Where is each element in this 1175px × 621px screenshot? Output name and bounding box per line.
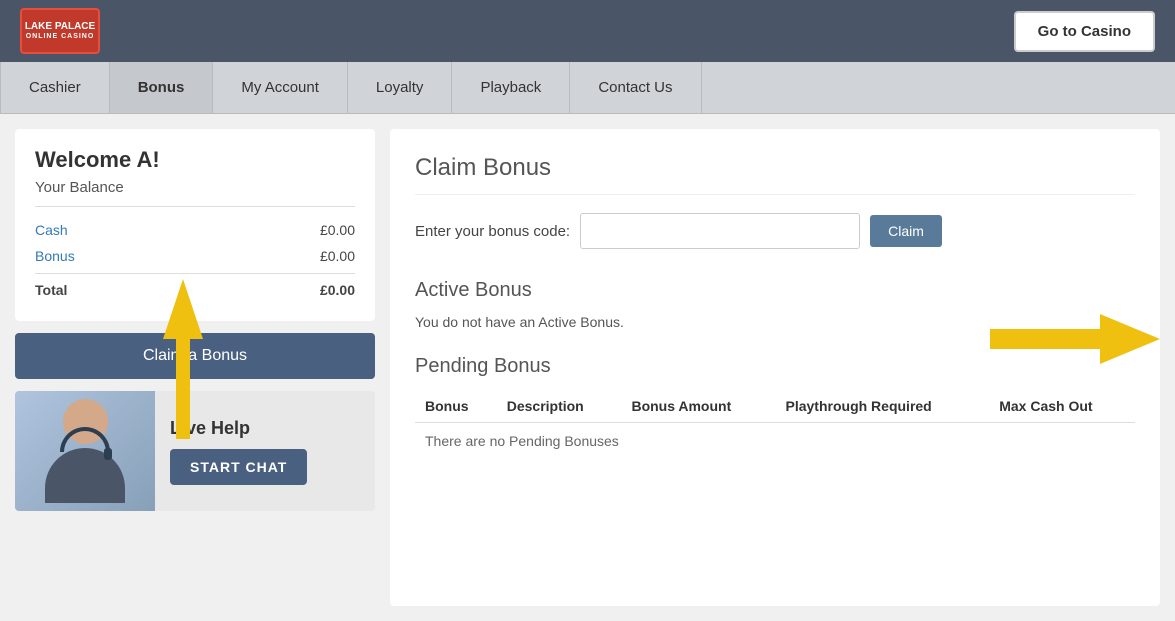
table-header-row: Bonus Description Bonus Amount Playthrou… [415, 390, 1135, 423]
nav-item-contact-us[interactable]: Contact Us [570, 62, 701, 113]
live-help-content: Live Help START CHAT [155, 408, 375, 495]
bonus-balance-value: £0.00 [320, 248, 355, 264]
pending-bonus-section: Pending Bonus Bonus Description Bonus Am… [415, 355, 1135, 459]
col-bonus-amount: Bonus Amount [621, 390, 775, 423]
claim-bonus-button[interactable]: Claim a Bonus [15, 333, 375, 379]
total-row: Total £0.00 [35, 273, 355, 303]
cash-label: Cash [35, 222, 68, 238]
active-bonus-section: Active Bonus You do not have an Active B… [415, 279, 1135, 330]
total-value: £0.00 [320, 282, 355, 298]
logo-title: LAKE PALACE [25, 21, 95, 33]
bonus-row: Bonus £0.00 [35, 243, 355, 269]
claim-bonus-title: Claim Bonus [415, 154, 1135, 195]
active-bonus-title: Active Bonus [415, 279, 1135, 302]
navigation: Cashier Bonus My Account Loyalty Playbac… [0, 62, 1175, 114]
welcome-title: Welcome A! [35, 147, 355, 173]
live-help-image [15, 391, 155, 511]
nav-item-cashier[interactable]: Cashier [0, 62, 110, 113]
nav-item-bonus[interactable]: Bonus [110, 62, 214, 113]
nav-item-loyalty[interactable]: Loyalty [348, 62, 453, 113]
person-silhouette [45, 399, 125, 503]
live-help-title: Live Help [170, 418, 360, 439]
person-body [45, 448, 125, 503]
bonus-input-row: Enter your bonus code: Claim [415, 213, 1135, 249]
cash-row: Cash £0.00 [35, 217, 355, 243]
live-help-card: Live Help START CHAT [15, 391, 375, 511]
start-chat-button[interactable]: START CHAT [170, 449, 307, 485]
claim-submit-button[interactable]: Claim [870, 215, 942, 247]
go-to-casino-button[interactable]: Go to Casino [1014, 11, 1155, 52]
logo-box: LAKE PALACE ONLINE CASINO [20, 8, 100, 54]
welcome-card: Welcome A! Your Balance Cash £0.00 Bonus… [15, 129, 375, 321]
nav-item-my-account[interactable]: My Account [213, 62, 348, 113]
col-max-cash-out: Max Cash Out [989, 390, 1135, 423]
no-active-bonus-text: You do not have an Active Bonus. [415, 314, 1135, 330]
pending-bonus-table: Bonus Description Bonus Amount Playthrou… [415, 390, 1135, 459]
balance-label: Your Balance [35, 179, 355, 207]
cash-value: £0.00 [320, 222, 355, 238]
pending-bonus-title: Pending Bonus [415, 355, 1135, 378]
header: LAKE PALACE ONLINE CASINO Go to Casino [0, 0, 1175, 62]
total-label: Total [35, 282, 67, 298]
no-pending-row: There are no Pending Bonuses [415, 423, 1135, 460]
main-content: Welcome A! Your Balance Cash £0.00 Bonus… [0, 114, 1175, 621]
no-pending-text: There are no Pending Bonuses [415, 423, 1135, 460]
bonus-code-label: Enter your bonus code: [415, 223, 570, 240]
logo-subtitle: ONLINE CASINO [26, 33, 95, 41]
bonus-content: Claim Bonus Enter your bonus code: Claim… [390, 129, 1160, 606]
col-playthrough: Playthrough Required [776, 390, 990, 423]
col-description: Description [497, 390, 622, 423]
nav-item-playback[interactable]: Playback [452, 62, 570, 113]
col-bonus: Bonus [415, 390, 497, 423]
bonus-balance-label: Bonus [35, 248, 75, 264]
bonus-code-input[interactable] [580, 213, 860, 249]
logo: LAKE PALACE ONLINE CASINO [20, 8, 100, 54]
sidebar: Welcome A! Your Balance Cash £0.00 Bonus… [15, 129, 375, 606]
